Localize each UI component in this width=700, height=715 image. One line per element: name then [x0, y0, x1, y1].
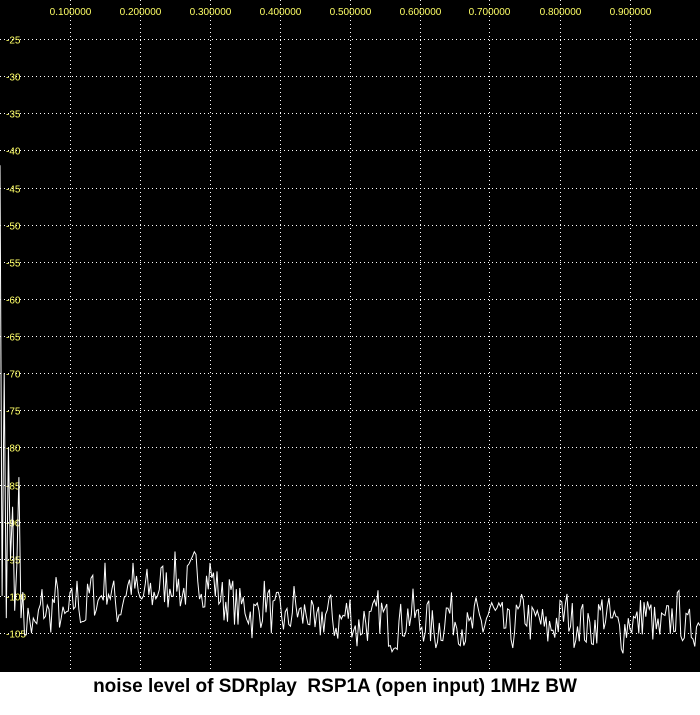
- y-tick-label: -55: [6, 259, 21, 270]
- x-tick-label: 0.600000: [400, 7, 442, 18]
- x-tick-label: 0.400000: [260, 7, 302, 18]
- x-tick-label: 0.900000: [610, 7, 652, 18]
- figure-caption: noise level of SDRplay RSP1A (open input…: [93, 676, 577, 697]
- y-tick-label: -60: [6, 296, 21, 307]
- y-tick-label: -65: [6, 333, 21, 344]
- y-tick-label: -45: [6, 185, 21, 196]
- y-tick-label: -70: [6, 370, 21, 381]
- y-tick-label: -75: [6, 407, 21, 418]
- y-tick-labels: -25-30-35-40-45-50-55-60-65-70-75-80-85-…: [6, 36, 26, 641]
- x-tick-label: 0.800000: [540, 7, 582, 18]
- y-tick-label: -30: [6, 73, 21, 84]
- spectrum-plot: 0.100000 0.200000 0.300000 0.400000 0.500000…: [0, 0, 700, 672]
- x-tick-label: 0.500000: [330, 7, 372, 18]
- x-tick-label: 0.200000: [120, 7, 162, 18]
- y-tick-label: -50: [6, 222, 21, 233]
- x-tick-label: 0.300000: [190, 7, 232, 18]
- y-tick-label: -35: [6, 110, 21, 121]
- y-tick-label: -105: [6, 630, 26, 641]
- y-tick-label: -25: [6, 36, 21, 47]
- x-tick-label: 0.700000: [469, 7, 511, 18]
- x-tick-label: 0.100000: [50, 7, 92, 18]
- x-tick-labels: 0.100000 0.200000 0.300000 0.400000 0.500000…: [50, 7, 652, 18]
- spectrum-chart: 0.100000 0.200000 0.300000 0.400000 0.500000…: [0, 0, 700, 672]
- y-tick-label: -40: [6, 147, 21, 158]
